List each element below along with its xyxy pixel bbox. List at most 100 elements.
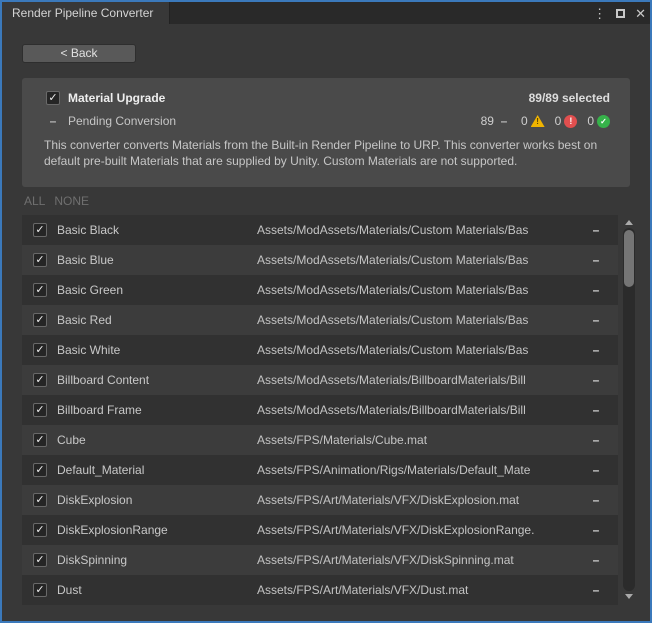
error-count-value: 0	[555, 114, 562, 128]
window-title: Render Pipeline Converter	[12, 6, 153, 20]
checkmark-icon: ✓	[35, 285, 44, 296]
checkmark-icon: ✓	[35, 345, 44, 356]
warning-count-value: 0	[521, 114, 528, 128]
material-row[interactable]: ✓ Billboard Frame Assets/ModAssets/Mater…	[22, 395, 618, 425]
titlebar: Render Pipeline Converter ⋮ ✕	[2, 2, 650, 24]
window-controls: ⋮ ✕	[593, 2, 646, 24]
converter-name: Material Upgrade	[68, 91, 165, 105]
close-icon[interactable]: ✕	[635, 7, 646, 20]
collapse-icon[interactable]: –	[46, 114, 60, 128]
maximize-icon[interactable]	[616, 7, 625, 20]
row-checkbox[interactable]: ✓	[33, 313, 47, 327]
material-row[interactable]: ✓ Dust Assets/FPS/Art/Materials/VFX/Dust…	[22, 575, 618, 605]
material-row[interactable]: ✓ Basic Green Assets/ModAssets/Materials…	[22, 275, 618, 305]
checkmark-icon: ✓	[35, 495, 44, 506]
material-row[interactable]: ✓ Basic Red Assets/ModAssets/Materials/C…	[22, 305, 618, 335]
warning-icon	[531, 115, 545, 127]
item-label: Billboard Content	[57, 373, 257, 387]
scroll-up-icon[interactable]	[625, 220, 633, 225]
row-checkbox[interactable]: ✓	[33, 343, 47, 357]
checkmark-icon: ✓	[35, 225, 44, 236]
row-checkbox[interactable]: ✓	[33, 433, 47, 447]
pending-count-value: 89	[481, 114, 494, 128]
item-path: Assets/FPS/Art/Materials/VFX/DiskExplosi…	[257, 493, 574, 507]
pending-label: Pending Conversion	[68, 114, 176, 128]
item-path: Assets/ModAssets/Materials/Custom Materi…	[257, 253, 574, 267]
tab-render-pipeline-converter[interactable]: Render Pipeline Converter	[2, 2, 170, 24]
checkmark-icon: ✓	[48, 93, 57, 104]
material-row[interactable]: ✓ Cube Assets/FPS/Materials/Cube.mat –	[22, 425, 618, 455]
row-checkbox[interactable]: ✓	[33, 553, 47, 567]
error-icon	[564, 115, 577, 128]
material-row[interactable]: ✓ Basic Blue Assets/ModAssets/Materials/…	[22, 245, 618, 275]
material-row[interactable]: ✓ Basic White Assets/ModAssets/Materials…	[22, 335, 618, 365]
status-dash-icon: –	[574, 253, 618, 267]
item-label: DiskExplosionRange	[57, 523, 257, 537]
row-checkbox[interactable]: ✓	[33, 403, 47, 417]
item-label: Basic Green	[57, 283, 257, 297]
item-path: Assets/FPS/Animation/Rigs/Materials/Defa…	[257, 463, 574, 477]
status-dash-icon: –	[574, 283, 618, 297]
converter-info-panel: ✓ Material Upgrade 89/89 selected – Pend…	[22, 78, 630, 187]
checkmark-icon: ✓	[35, 585, 44, 596]
status-counts: 89 – 0 0 0	[481, 114, 610, 128]
scrollbar-track[interactable]	[623, 228, 635, 591]
pending-dash-icon: –	[497, 114, 511, 128]
select-all-button[interactable]: ALL	[24, 194, 45, 208]
success-icon	[597, 115, 610, 128]
material-row[interactable]: ✓ DiskExplosion Assets/FPS/Art/Materials…	[22, 485, 618, 515]
back-button[interactable]: < Back	[22, 44, 136, 63]
status-dash-icon: –	[574, 403, 618, 417]
material-row[interactable]: ✓ Default_Material Assets/FPS/Animation/…	[22, 455, 618, 485]
row-checkbox[interactable]: ✓	[33, 493, 47, 507]
scrollbar[interactable]	[622, 217, 636, 602]
item-label: Billboard Frame	[57, 403, 257, 417]
material-row[interactable]: ✓ Billboard Content Assets/ModAssets/Mat…	[22, 365, 618, 395]
status-dash-icon: –	[574, 343, 618, 357]
item-path: Assets/ModAssets/Materials/Custom Materi…	[257, 343, 574, 357]
menu-icon[interactable]: ⋮	[593, 7, 606, 20]
item-path: Assets/ModAssets/Materials/Custom Materi…	[257, 223, 574, 237]
row-checkbox[interactable]: ✓	[33, 523, 47, 537]
material-row[interactable]: ✓ DiskExplosionRange Assets/FPS/Art/Mate…	[22, 515, 618, 545]
row-checkbox[interactable]: ✓	[33, 283, 47, 297]
select-none-button[interactable]: NONE	[54, 194, 89, 208]
status-dash-icon: –	[574, 523, 618, 537]
selected-summary: 89/89 selected	[529, 91, 610, 105]
item-label: Basic Red	[57, 313, 257, 327]
status-dash-icon: –	[574, 433, 618, 447]
item-list: ✓ Basic Black Assets/ModAssets/Materials…	[22, 215, 618, 605]
item-label: Basic Black	[57, 223, 257, 237]
checkmark-icon: ✓	[35, 255, 44, 266]
row-checkbox[interactable]: ✓	[33, 583, 47, 597]
scroll-down-icon[interactable]	[625, 594, 633, 599]
converter-header-row: ✓ Material Upgrade 89/89 selected	[22, 91, 630, 105]
status-dash-icon: –	[574, 373, 618, 387]
row-checkbox[interactable]: ✓	[33, 253, 47, 267]
checkmark-icon: ✓	[35, 555, 44, 566]
checkmark-icon: ✓	[35, 375, 44, 386]
item-path: Assets/ModAssets/Materials/Custom Materi…	[257, 283, 574, 297]
item-path: Assets/ModAssets/Materials/Custom Materi…	[257, 313, 574, 327]
checkmark-icon: ✓	[35, 315, 44, 326]
item-path: Assets/FPS/Art/Materials/VFX/Dust.mat	[257, 583, 574, 597]
material-row[interactable]: ✓ DiskSpinning Assets/FPS/Art/Materials/…	[22, 545, 618, 575]
item-path: Assets/FPS/Materials/Cube.mat	[257, 433, 574, 447]
item-label: Dust	[57, 583, 257, 597]
material-row[interactable]: ✓ Basic Black Assets/ModAssets/Materials…	[22, 215, 618, 245]
status-dash-icon: –	[574, 553, 618, 567]
maximize-glyph	[616, 9, 625, 18]
row-checkbox[interactable]: ✓	[33, 223, 47, 237]
selection-buttons: ALL NONE	[24, 194, 89, 208]
checkmark-icon: ✓	[35, 435, 44, 446]
material-list-container: ✓ Basic Black Assets/ModAssets/Materials…	[22, 215, 636, 605]
status-dash-icon: –	[574, 463, 618, 477]
converter-checkbox[interactable]: ✓	[46, 91, 60, 105]
row-checkbox[interactable]: ✓	[33, 373, 47, 387]
checkmark-icon: ✓	[35, 465, 44, 476]
row-checkbox[interactable]: ✓	[33, 463, 47, 477]
warning-count: 0	[521, 114, 545, 128]
success-count: 0	[587, 114, 610, 128]
item-label: Cube	[57, 433, 257, 447]
scrollbar-thumb[interactable]	[624, 230, 634, 287]
